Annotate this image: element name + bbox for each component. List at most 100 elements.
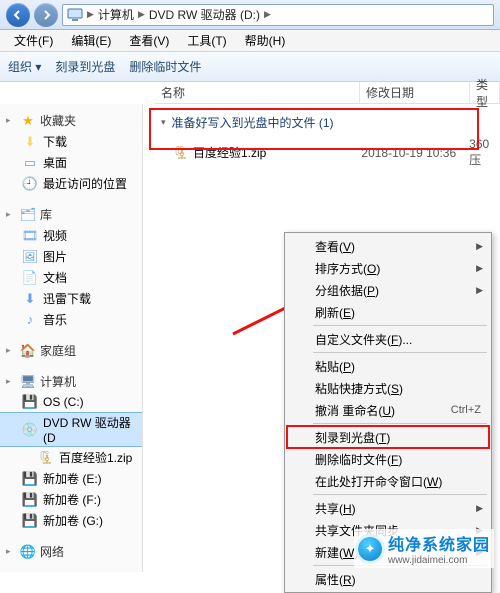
nav-back-button[interactable] [6, 3, 30, 27]
nav-item-dvd[interactable]: 💿 DVD RW 驱动器 (D [0, 412, 142, 447]
nav-item-documents[interactable]: 📄 文档 [0, 267, 142, 288]
ctx-divider [313, 494, 487, 495]
nav-item-music[interactable]: ♪音乐 [0, 309, 142, 330]
drive-icon: 💾 [22, 471, 38, 487]
nav-label: 网络 [40, 543, 64, 560]
nav-label: 百度经验1.zip [59, 449, 132, 466]
breadcrumb-separator-icon: ▶ [138, 9, 145, 20]
nav-label: 下载 [43, 133, 67, 150]
ctx-sort[interactable]: 排序方式(O)▶ [287, 257, 489, 279]
ctx-view[interactable]: 查看(V)▶ [287, 235, 489, 257]
watermark-title: 纯净系统家园 [388, 531, 490, 555]
submenu-arrow-icon: ▶ [476, 285, 483, 296]
nav-label: 家庭组 [40, 342, 76, 359]
ctx-burn-to-disc[interactable]: 刻录到光盘(T) [287, 426, 489, 448]
homegroup-icon: 🏠 [20, 343, 36, 359]
music-icon: ♪ [22, 312, 38, 328]
collapse-icon: ▾ [161, 117, 166, 128]
nav-item-downloads[interactable]: ⬇ 下载 [0, 131, 142, 152]
dvd-icon: 💿 [22, 422, 38, 438]
breadcrumb-drive[interactable]: DVD RW 驱动器 (D:) [149, 6, 260, 23]
ctx-divider [313, 352, 487, 353]
menubar: 文件(F) 编辑(E) 查看(V) 工具(T) 帮助(H) [0, 30, 500, 52]
nav-label: DVD RW 驱动器 (D [43, 414, 136, 445]
ctx-divider [313, 423, 487, 424]
nav-item-recent[interactable]: 🕘最近访问的位置 [0, 173, 142, 194]
submenu-arrow-icon: ▶ [476, 503, 483, 514]
nav-item-desktop[interactable]: ▭桌面 [0, 152, 142, 173]
zip-icon: 🗜 [173, 145, 189, 161]
ctx-undo[interactable]: 撤消 重命名(U)Ctrl+Z [287, 399, 489, 421]
nav-item-xunlei[interactable]: ⬇ 迅雷下载 [0, 288, 142, 309]
download-icon: ⬇ [22, 291, 38, 307]
toolbar: 组织 ▾ 刻录到光盘 删除临时文件 [0, 52, 500, 82]
nav-item-pictures[interactable]: 🖼图片 [0, 246, 142, 267]
nav-item-videos[interactable]: 🎞 视频 [0, 225, 142, 246]
nav-forward-button[interactable] [34, 3, 58, 27]
column-type[interactable]: 类型 [470, 82, 500, 103]
document-icon: 📄 [22, 270, 38, 286]
ctx-refresh[interactable]: 刷新(E) [287, 301, 489, 323]
nav-label: 文档 [43, 269, 67, 286]
nav-item-drive-e[interactable]: 💾 新加卷 (E:) [0, 468, 142, 489]
watermark-url: www.jidaimei.com [388, 555, 490, 566]
ctx-properties[interactable]: 属性(R) [287, 568, 489, 590]
nav-label: OS (C:) [43, 395, 84, 409]
menu-edit[interactable]: 编辑(E) [63, 30, 119, 51]
nav-item-zip[interactable]: 🗜 百度经验1.zip [0, 447, 142, 468]
file-row[interactable]: 🗜 百度经验1.zip 2018-10-19 10:36 360压 [143, 135, 500, 170]
nav-label: 库 [40, 206, 52, 223]
toolbar-organize[interactable]: 组织 ▾ [8, 58, 41, 75]
ctx-open-cmd[interactable]: 在此处打开命令窗口(W) [287, 470, 489, 492]
nav-group-favorites[interactable]: ▸★收藏夹 [0, 110, 142, 131]
menu-file[interactable]: 文件(F) [6, 30, 61, 51]
submenu-arrow-icon: ▶ [476, 241, 483, 252]
toolbar-delete-temp[interactable]: 删除临时文件 [129, 58, 201, 75]
nav-item-drive-f[interactable]: 💾新加卷 (F:) [0, 489, 142, 510]
ctx-shortcut: Ctrl+Z [451, 404, 481, 416]
column-date[interactable]: 修改日期 [360, 82, 470, 103]
ctx-paste[interactable]: 粘贴(P) [287, 355, 489, 377]
ctx-group[interactable]: 分组依据(P)▶ [287, 279, 489, 301]
nav-group-libraries[interactable]: ▸🗂库 [0, 204, 142, 225]
ctx-divider [313, 325, 487, 326]
nav-label: 视频 [43, 227, 67, 244]
titlebar: ▶ 计算机 ▶ DVD RW 驱动器 (D:) ▶ [0, 0, 500, 30]
menu-view[interactable]: 查看(V) [121, 30, 177, 51]
navigation-pane: ▸★收藏夹 ⬇ 下载 ▭桌面 🕘最近访问的位置 ▸🗂库 🎞 视频 🖼图片 📄 文档 ⬇… [0, 104, 143, 572]
nav-item-drive-c[interactable]: 💾 OS (C:) [0, 392, 142, 412]
drive-icon: 💾 [22, 394, 38, 410]
video-icon: 🎞 [22, 228, 38, 244]
nav-group-computer[interactable]: ▸🖥计算机 [0, 371, 142, 392]
menu-tools[interactable]: 工具(T) [179, 30, 234, 51]
nav-label: 新加卷 (F:) [43, 491, 101, 508]
nav-label: 迅雷下载 [43, 290, 91, 307]
nav-item-drive-g[interactable]: 💾新加卷 (G:) [0, 510, 142, 531]
submenu-arrow-icon: ▶ [476, 263, 483, 274]
file-name: 百度经验1.zip [193, 144, 361, 161]
nav-label: 新加卷 (E:) [43, 470, 102, 487]
nav-label: 图片 [43, 248, 67, 265]
columns-header: 名称 修改日期 类型 [155, 82, 500, 104]
menu-help[interactable]: 帮助(H) [237, 30, 294, 51]
download-icon: ⬇ [22, 134, 38, 150]
nav-label: 计算机 [40, 373, 76, 390]
address-bar[interactable]: ▶ 计算机 ▶ DVD RW 驱动器 (D:) ▶ [62, 4, 494, 26]
nav-group-homegroup[interactable]: ▸🏠家庭组 [0, 340, 142, 361]
zip-icon: 🗜 [38, 450, 54, 466]
ctx-paste-shortcut[interactable]: 粘贴快捷方式(S) [287, 377, 489, 399]
file-date: 2018-10-19 10:36 [361, 146, 469, 160]
toolbar-burn[interactable]: 刻录到光盘 [55, 58, 115, 75]
recent-icon: 🕘 [22, 176, 38, 192]
ctx-share[interactable]: 共享(H)▶ [287, 497, 489, 519]
ctx-delete-temp[interactable]: 删除临时文件(F) [287, 448, 489, 470]
ctx-customize[interactable]: 自定义文件夹(F)... [287, 328, 489, 350]
file-group-header[interactable]: ▾ 准备好写入到光盘中的文件 (1) [143, 108, 500, 135]
watermark-logo-icon: ✦ [358, 537, 382, 561]
breadcrumb-separator-icon: ▶ [87, 9, 94, 20]
nav-group-network[interactable]: ▸🌐网络 [0, 541, 142, 562]
breadcrumb-computer[interactable]: 计算机 [98, 6, 134, 23]
network-icon: 🌐 [20, 544, 36, 560]
column-name[interactable]: 名称 [155, 82, 360, 103]
drive-icon: 💾 [22, 513, 38, 529]
